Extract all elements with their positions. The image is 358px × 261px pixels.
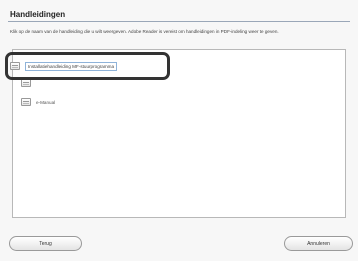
document-icon: [21, 98, 31, 106]
dialog-title: Handleidingen: [10, 10, 66, 19]
list-item-e-manual[interactable]: e-Manual: [21, 96, 55, 108]
manual-label: e-Manual: [36, 99, 56, 105]
list-item-installatiehandleiding[interactable]: Installatiehandleiding MF-stuurprogramma: [10, 60, 166, 72]
manual-label: Installatiehandleiding MF-stuurprogramma: [25, 61, 118, 71]
manuals-dialog: Handleidingen Klik op de naam van de han…: [0, 0, 358, 261]
cancel-button[interactable]: Annuleren: [284, 236, 353, 251]
instruction-text: Klik op de naam van de handleiding die u…: [10, 29, 279, 34]
back-button[interactable]: Terug: [9, 236, 82, 251]
document-icon: [10, 62, 20, 70]
document-icon: [21, 79, 31, 87]
title-divider: [8, 21, 350, 22]
